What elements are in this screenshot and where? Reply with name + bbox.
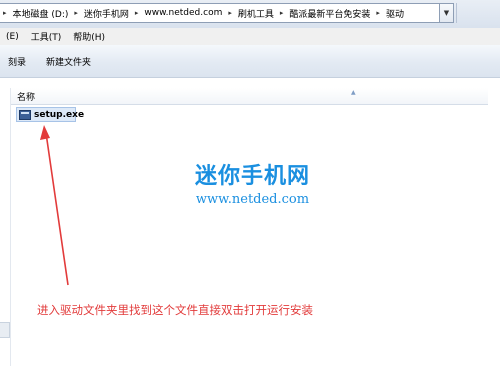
arrow-shaft [45, 132, 69, 286]
annotation-text: 进入驱动文件夹里找到这个文件直接双击打开运行安装 [37, 303, 313, 317]
arrow-head [40, 125, 50, 140]
